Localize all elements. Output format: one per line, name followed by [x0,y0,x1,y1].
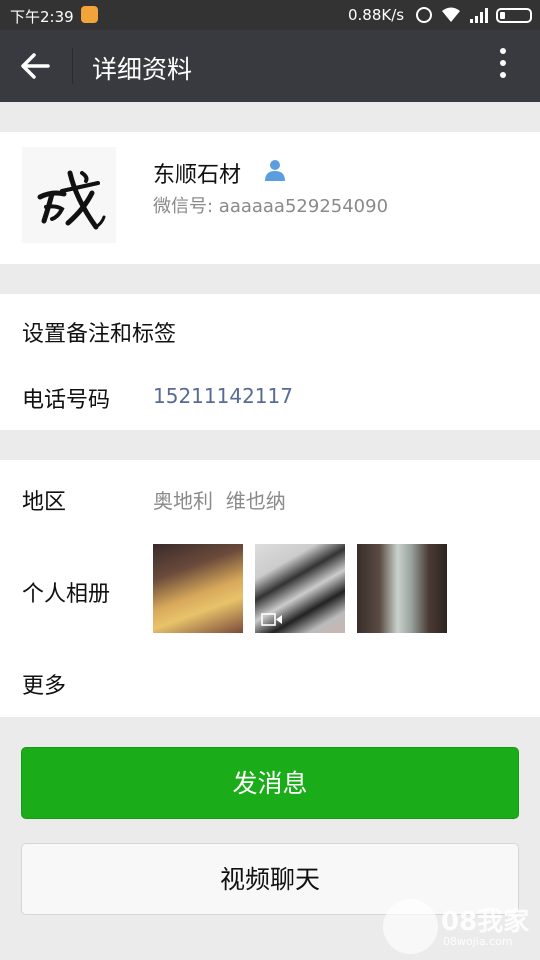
remark-tags-item[interactable]: 设置备注和标签 [22,316,176,348]
header-divider [72,48,73,84]
battery-icon [496,8,532,23]
status-time: 下午2:39 [10,8,74,26]
phone-number-link[interactable]: 15211142117 [153,384,293,408]
page-title: 详细资料 [92,55,193,84]
signal-icon [470,8,488,23]
house-logo-icon [383,899,438,954]
alarm-icon [416,7,432,23]
watermark-url: 08wojia.com [443,935,513,948]
region-label: 地区 [22,490,67,515]
wechat-id: 微信号: aaaaaa529254090 [153,196,389,217]
more-item[interactable]: 更多 [22,668,66,700]
region-value: 奥地利 维也纳 [153,489,286,513]
video-icon [261,613,282,626]
album-label[interactable]: 个人相册 [22,576,110,608]
calligraphy-avatar-image [37,170,106,230]
site-watermark: 08我家 08wojia.com [383,895,538,957]
network-speed: 0.88K/s [348,6,405,24]
more-options-icon[interactable] [495,48,511,84]
watermark-text: 08我家 [441,907,530,937]
album-photo[interactable] [357,544,447,633]
contact-details-section: 设置备注和标签 电话号码 15211142117 [0,294,540,430]
app-notification-icon [81,6,98,23]
wifi-icon [442,7,460,22]
album-video-thumbnail[interactable] [255,544,345,633]
album-photo[interactable] [153,544,243,633]
top-app-bar: 详细资料 [0,30,540,102]
phone-label: 电话号码 [22,388,111,413]
profile-info-section: 地区 奥地利 维也纳 个人相册 更多 [0,460,540,717]
person-icon [265,160,285,181]
back-arrow-icon[interactable] [18,50,52,82]
contact-name: 东顺石材 [153,163,242,188]
avatar[interactable] [22,147,116,243]
status-bar: 下午2:39 0.88K/s [0,0,540,30]
profile-card: 东顺石材 微信号: aaaaaa529254090 [0,132,540,264]
send-message-button[interactable]: 发消息 [21,747,519,819]
